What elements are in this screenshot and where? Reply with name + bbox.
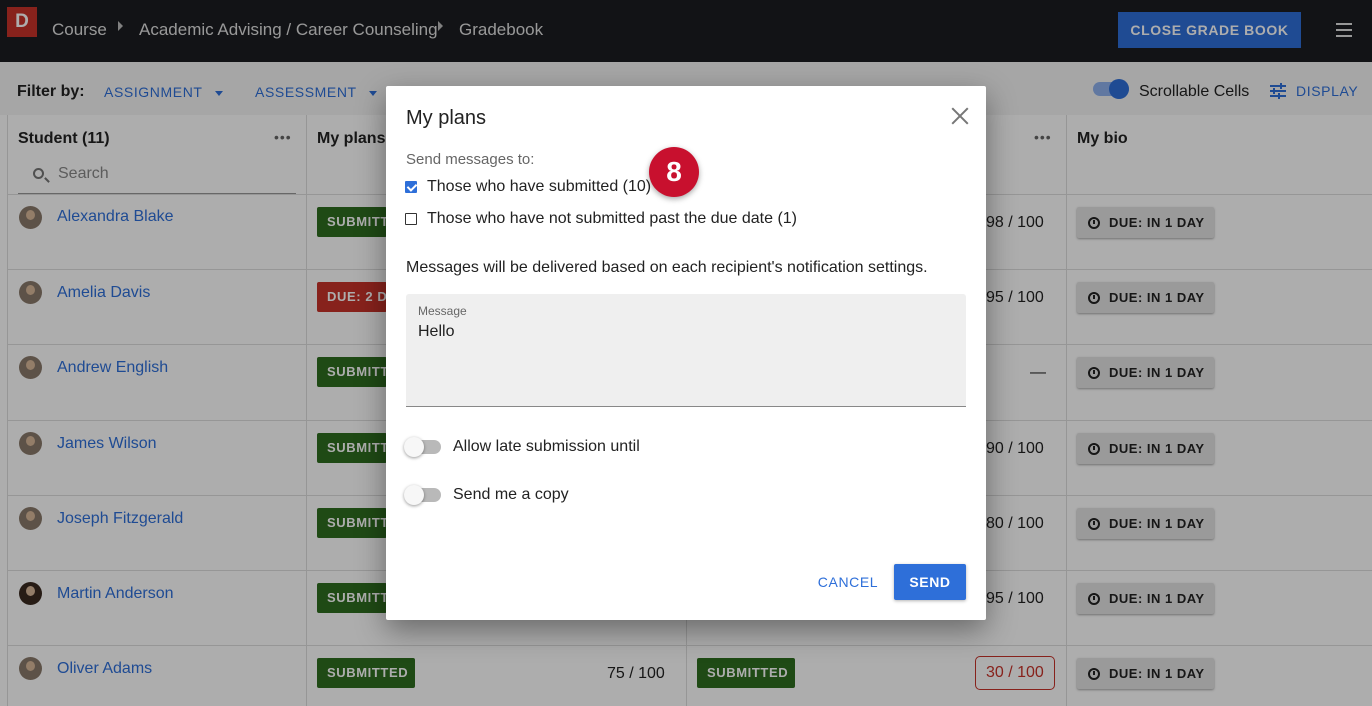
send-to-label: Send messages to:	[406, 151, 535, 168]
cancel-button[interactable]: CANCEL	[812, 564, 884, 600]
submitted-checkbox[interactable]	[405, 181, 417, 193]
dialog-title: My plans	[406, 107, 487, 129]
send-copy-toggle[interactable]	[404, 485, 441, 505]
toggle-knob	[404, 485, 424, 505]
message-label: Message	[418, 304, 467, 318]
not-submitted-checkbox[interactable]	[405, 213, 417, 225]
send-button[interactable]: SEND	[894, 564, 966, 600]
allow-late-toggle[interactable]	[404, 437, 441, 457]
message-field[interactable]: Message Hello	[406, 294, 966, 407]
notification-notice: Messages will be delivered based on each…	[406, 259, 928, 276]
close-icon[interactable]	[951, 107, 969, 125]
not-submitted-option-label[interactable]: Those who have not submitted past the du…	[427, 210, 797, 228]
step-marker: 8	[649, 147, 699, 197]
submitted-option-label[interactable]: Those who have submitted (10)	[427, 178, 651, 196]
message-value[interactable]: Hello	[418, 323, 454, 341]
message-dialog: My plans Send messages to: Those who hav…	[386, 86, 986, 620]
send-copy-label: Send me a copy	[453, 486, 569, 503]
toggle-knob	[404, 437, 424, 457]
allow-late-label: Allow late submission until	[453, 438, 640, 455]
